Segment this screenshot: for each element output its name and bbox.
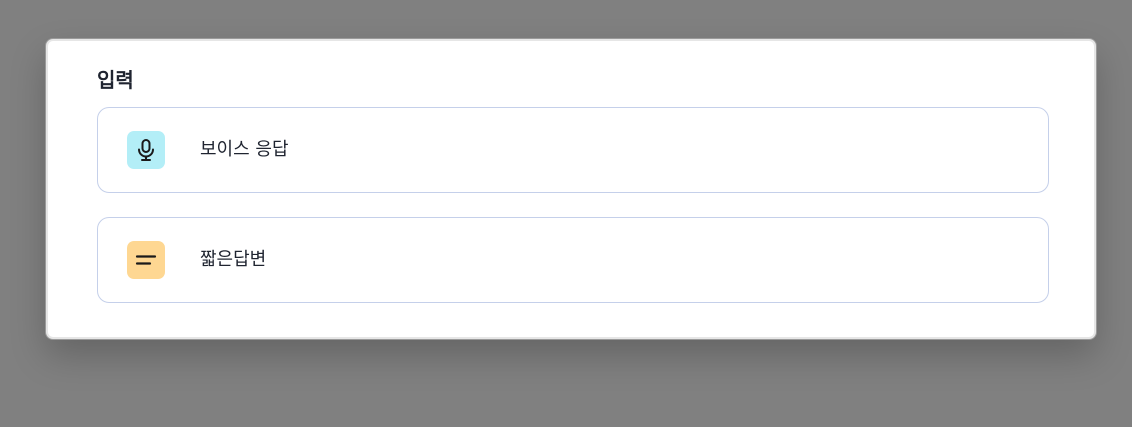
input-type-panel: 입력 보이스 응답 짧은답변 — [46, 39, 1096, 339]
short-answer-label: 짧은답변 — [200, 249, 267, 270]
microphone-icon — [127, 131, 165, 169]
voice-response-option[interactable]: 보이스 응답 — [97, 107, 1049, 193]
short-text-icon — [127, 241, 165, 279]
section-title: 입력 — [97, 68, 134, 92]
short-answer-option[interactable]: 짧은답변 — [97, 217, 1049, 303]
voice-response-label: 보이스 응답 — [200, 139, 289, 160]
